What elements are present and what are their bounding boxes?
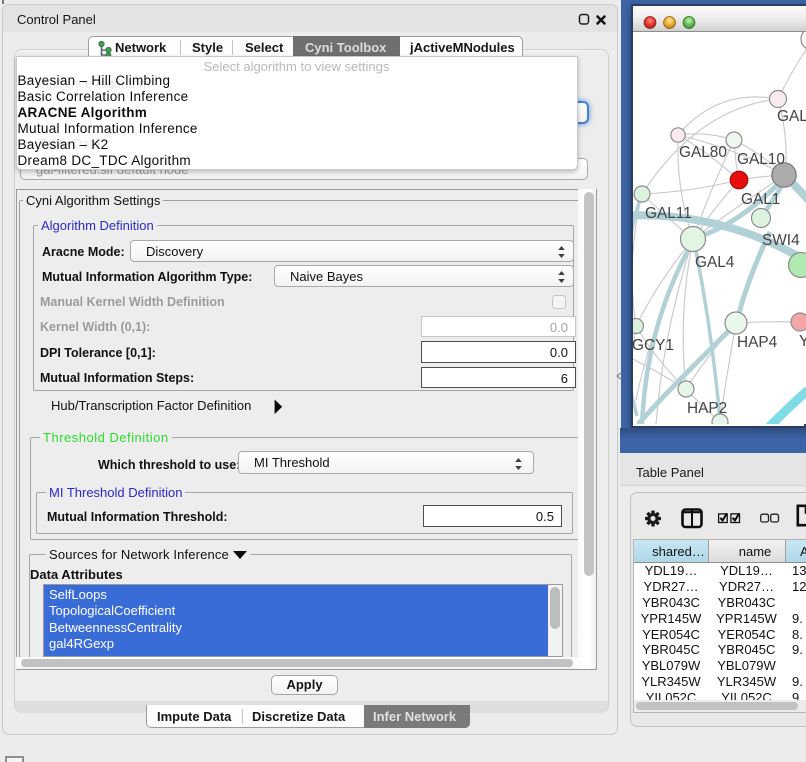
svg-text:GAL: GAL <box>777 108 806 125</box>
svg-text:GAL10: GAL10 <box>737 151 785 168</box>
svg-text:GAL80: GAL80 <box>679 144 727 161</box>
svg-text:GAL11: GAL11 <box>645 205 692 222</box>
svg-text:Y: Y <box>799 333 806 350</box>
svg-text:HAP2: HAP2 <box>687 400 727 417</box>
svg-text:GAL4: GAL4 <box>695 254 735 271</box>
svg-text:SWI4: SWI4 <box>762 232 800 249</box>
svg-text:GAL1: GAL1 <box>741 191 780 208</box>
svg-text:HAP4: HAP4 <box>737 334 778 351</box>
svg-text:GCY1: GCY1 <box>633 337 674 354</box>
